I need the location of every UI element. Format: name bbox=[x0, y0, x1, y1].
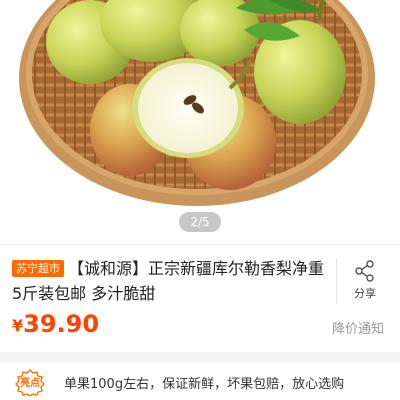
share-icon bbox=[355, 260, 374, 282]
price-currency: ¥ bbox=[12, 316, 24, 335]
image-pager-indicator: 2/5 bbox=[179, 212, 221, 232]
highlight-badge-label: 亮点 bbox=[20, 378, 40, 389]
product-image-gallery[interactable]: 2/5 bbox=[0, 0, 400, 244]
section-gap bbox=[0, 352, 400, 362]
store-tag-badge: 苏宁超市 bbox=[12, 260, 64, 277]
divider bbox=[0, 244, 400, 245]
price-row: ¥39.90 降价通知 bbox=[12, 310, 388, 344]
share-label: 分享 bbox=[354, 287, 376, 300]
product-title-block: 苏宁超市 【诚和源】正宗新疆库尔勒香梨净重5斤装包邮 多汁脆甜 bbox=[12, 256, 332, 306]
share-button[interactable]: 分享 bbox=[336, 258, 393, 304]
highlight-text: 单果100g左右，保证新鲜，坏果包赔，放心选购 bbox=[64, 377, 345, 392]
highlight-row: 亮点 单果100g左右，保证新鲜，坏果包赔，放心选购 bbox=[14, 368, 394, 396]
price-amount: 39.90 bbox=[23, 310, 100, 338]
pear-basket-image bbox=[0, 0, 400, 244]
product-price: ¥39.90 bbox=[12, 310, 99, 338]
price-drop-notice-button[interactable]: 降价通知 bbox=[332, 318, 384, 337]
